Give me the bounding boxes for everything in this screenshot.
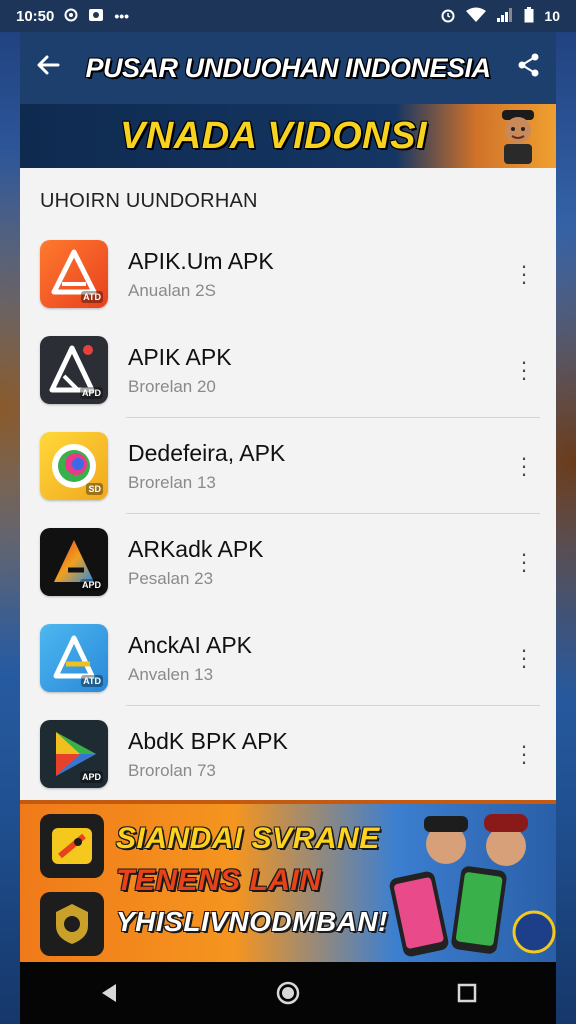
- promo-characters-illustration: [389, 814, 556, 957]
- app-title: AbdK BPK APK: [128, 727, 288, 754]
- app-icon: ATD: [40, 624, 108, 692]
- overflow-menu-icon[interactable]: · · ·: [504, 735, 544, 773]
- wifi-icon: [466, 7, 487, 26]
- nav-home-icon[interactable]: [268, 973, 308, 1013]
- app-list: ATD APIK.Um APK Anualan 2S · · · APD APIK …: [20, 226, 556, 802]
- system-nav-bar: [20, 962, 556, 1024]
- app-badge: APD: [79, 387, 103, 399]
- app-icon: APD: [40, 336, 108, 404]
- photo-icon: [88, 8, 104, 25]
- more-icon: •••: [114, 8, 130, 24]
- promo-logo-icon: [40, 814, 104, 878]
- emblem-icon: [40, 892, 104, 956]
- list-item[interactable]: ATD APIK.Um APK Anualan 2S · · ·: [20, 226, 556, 322]
- battery-icon: [524, 6, 534, 26]
- app-badge: APD: [79, 771, 103, 783]
- app-subtitle: Brorolan 73: [128, 760, 216, 780]
- mascot-illustration: [502, 110, 534, 164]
- nav-back-icon[interactable]: [89, 973, 129, 1013]
- app-bar: PUSAR UNDUOHAN INDONESIA: [20, 32, 556, 104]
- app-title: APIK.Um APK: [128, 247, 274, 274]
- promo-line-3: YHISLIVNODMBAN!: [116, 906, 388, 937]
- app-title: ARKadk APK: [128, 535, 264, 562]
- app-subtitle: Anualan 2S: [128, 280, 216, 300]
- app-badge: ATD: [81, 675, 103, 687]
- list-item[interactable]: APD ARKadk APK Pesalan 23 · · ·: [20, 514, 556, 610]
- app-icon: SD: [40, 432, 108, 500]
- top-banner[interactable]: VNADA VIDONSI: [20, 104, 556, 168]
- status-time: 10:50: [16, 7, 55, 25]
- overflow-menu-icon[interactable]: · · ·: [504, 255, 544, 293]
- app-title: APIK APK: [128, 343, 232, 370]
- back-arrow-icon[interactable]: [34, 51, 74, 86]
- battery-label: 10: [544, 8, 560, 24]
- page-title: PUSAR UNDUOHAN INDONESIA: [85, 52, 491, 83]
- app-subtitle: Pesalan 23: [128, 568, 214, 588]
- app-subtitle: Brorelan 20: [128, 376, 216, 396]
- app-subtitle: Anvalen 13: [128, 664, 214, 684]
- app-icon: APD: [40, 720, 108, 788]
- overflow-menu-icon[interactable]: · · ·: [504, 543, 544, 581]
- section-title: UHOIRN UUNDORHAN: [40, 190, 258, 212]
- app-badge: SD: [86, 483, 103, 495]
- app-title: AnckAI APK: [128, 631, 253, 658]
- app-icon: APD: [40, 528, 108, 596]
- app-badge: APD: [79, 579, 103, 591]
- sim-icon: [64, 8, 78, 25]
- alarm-icon: [440, 7, 456, 26]
- overflow-menu-icon[interactable]: · · ·: [504, 447, 544, 485]
- signal-icon: [496, 7, 514, 26]
- overflow-menu-icon[interactable]: · · ·: [504, 351, 544, 389]
- top-banner-text: VNADA VIDONSI: [120, 114, 428, 157]
- list-item[interactable]: SD Dedefeira, APK Brorelan 13 · · ·: [20, 418, 556, 514]
- app-icon: ATD: [40, 240, 108, 308]
- list-item[interactable]: APD AbdK BPK APK Brorolan 73 · · ·: [20, 706, 556, 802]
- share-icon[interactable]: [502, 52, 542, 85]
- overflow-menu-icon[interactable]: · · ·: [504, 639, 544, 677]
- app-subtitle: Brorelan 13: [128, 472, 216, 492]
- list-item[interactable]: APD APIK APK Brorelan 20 · · ·: [20, 322, 556, 418]
- app-title: Dedefeira, APK: [128, 439, 286, 466]
- nav-recents-icon[interactable]: [447, 973, 487, 1013]
- promo-banner[interactable]: SIANDAI SVRANE TENENS LAIN YHISLIVNODMBA…: [20, 800, 556, 962]
- status-bar: 10:50 ••• 10: [0, 0, 576, 32]
- download-list-panel: UHOIRN UUNDORHAN ATD APIK.Um APK Anualan…: [20, 168, 556, 800]
- list-item[interactable]: ATD AnckAI APK Anvalen 13 · · ·: [20, 610, 556, 706]
- promo-line-2: TENENS LAIN: [116, 864, 322, 897]
- app-badge: ATD: [81, 291, 103, 303]
- promo-line-1: SIANDAI SVRANE: [116, 822, 380, 855]
